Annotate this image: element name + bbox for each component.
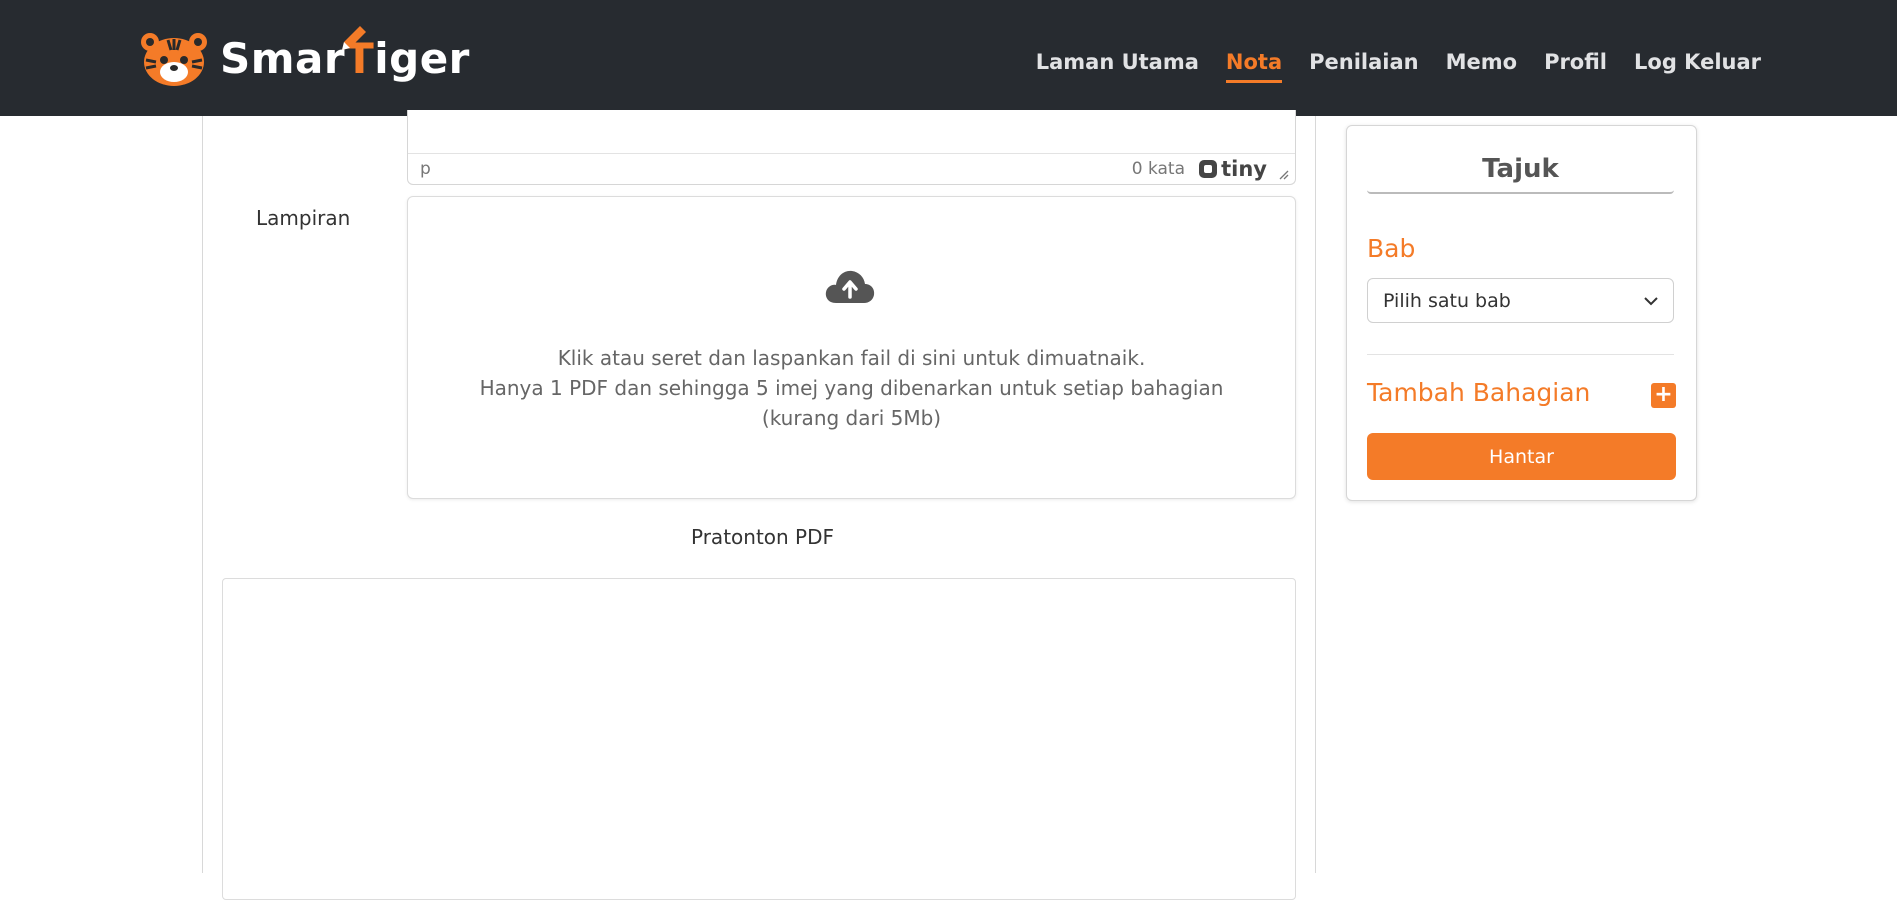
chevron-down-icon (1644, 297, 1658, 306)
tiger-mascot-icon (141, 33, 207, 86)
sidebar-title: Tajuk (1367, 154, 1674, 194)
pdf-preview-label: Pratonton PDF (691, 525, 835, 549)
attachment-label: Lampiran (256, 206, 351, 230)
top-navbar: SmarTiger Laman Utama Nota Penilaian Mem… (0, 0, 1897, 116)
nav-profil[interactable]: Profil (1544, 50, 1607, 83)
editor-status-bar: p 0 kata tiny (408, 153, 1295, 184)
chapter-label: Bab (1367, 234, 1416, 263)
nav-memo[interactable]: Memo (1446, 50, 1517, 83)
dropzone-instructions: Klik atau seret dan laspankan fail di si… (438, 343, 1265, 433)
sidebar-card: Tajuk Bab Pilih satu bab Tambah Bahagian… (1346, 125, 1697, 501)
pencil-icon (342, 25, 366, 50)
editor-word-count[interactable]: 0 kata (1132, 159, 1185, 179)
brand-logo[interactable]: SmarTiger (138, 24, 470, 92)
nav-nota[interactable]: Nota (1225, 50, 1283, 83)
add-section-label[interactable]: Tambah Bahagian (1367, 378, 1590, 407)
main-nav: Laman Utama Nota Penilaian Memo Profil L… (1036, 50, 1761, 83)
pdf-preview-frame[interactable] (222, 578, 1296, 900)
submit-button[interactable]: Hantar (1367, 433, 1676, 480)
rich-text-editor[interactable]: p 0 kata tiny (407, 110, 1296, 185)
chapter-select-value: Pilih satu bab (1383, 289, 1511, 312)
cloud-upload-icon (825, 270, 875, 303)
resize-handle-icon[interactable] (1279, 170, 1289, 180)
add-section-button[interactable]: + (1651, 383, 1676, 408)
dropzone-instruction-line-2: Hanya 1 PDF dan sehingga 5 imej yang dib… (479, 376, 1224, 430)
content-frame-right-border (1315, 116, 1316, 873)
nav-penilaian[interactable]: Penilaian (1309, 50, 1418, 83)
file-dropzone[interactable]: Klik atau seret dan laspankan fail di si… (407, 196, 1296, 499)
nav-laman-utama[interactable]: Laman Utama (1036, 50, 1199, 83)
brand-name: SmarTiger (220, 25, 470, 83)
tiny-brand-link[interactable]: tiny (1198, 157, 1267, 181)
nav-log-keluar[interactable]: Log Keluar (1634, 50, 1761, 83)
editor-element-path[interactable]: p (420, 159, 431, 179)
dropzone-instruction-line-1: Klik atau seret dan laspankan fail di si… (557, 346, 1146, 370)
content-frame-left-border (202, 116, 203, 873)
chapter-select[interactable]: Pilih satu bab (1367, 278, 1674, 323)
tiny-logo-icon (1199, 160, 1218, 178)
divider (1367, 354, 1674, 355)
